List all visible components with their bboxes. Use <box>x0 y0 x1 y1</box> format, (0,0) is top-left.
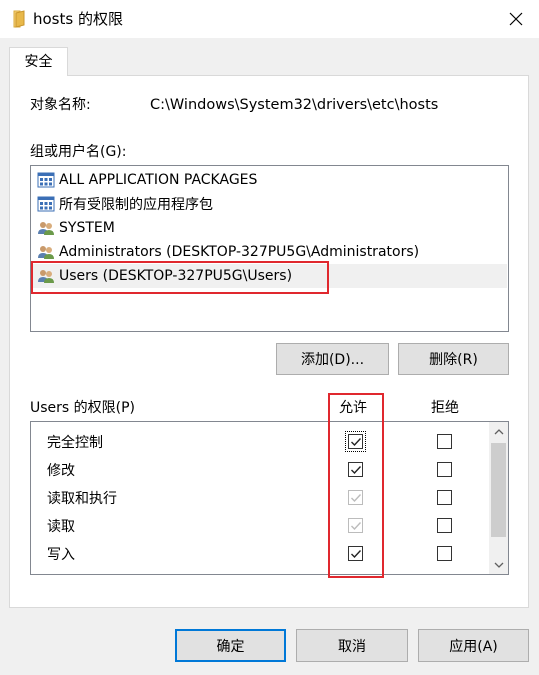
users-group-icon <box>38 246 54 259</box>
allow-full-control-checkbox[interactable] <box>345 431 366 452</box>
group-item-users[interactable]: Users (DESKTOP-327PU5G\Users) <box>32 264 507 288</box>
group-item-label: SYSTEM <box>59 220 115 236</box>
ok-button[interactable]: 确定 <box>175 629 286 662</box>
group-item-all-restricted-app-packages[interactable]: 所有受限制的应用程序包 <box>32 192 507 216</box>
permission-list: 完全控制 修改 读取和执行 读取 写入 <box>30 421 509 575</box>
deny-header: 拒绝 <box>431 400 459 416</box>
window-title: hosts 的权限 <box>33 10 123 28</box>
close-button[interactable] <box>500 4 532 34</box>
check-icon <box>351 466 362 475</box>
group-item-label: 所有受限制的应用程序包 <box>59 197 213 213</box>
check-icon <box>351 494 362 503</box>
allow-header: 允许 <box>339 400 367 416</box>
permission-name: 完全控制 <box>47 435 103 451</box>
allow-read-execute-checkbox <box>348 490 363 505</box>
remove-button[interactable]: 删除(R) <box>398 343 509 375</box>
permission-name: 读取和执行 <box>47 491 117 507</box>
users-group-icon <box>38 222 54 235</box>
check-icon <box>351 522 362 531</box>
group-item-label: Administrators (DESKTOP-327PU5G\Administ… <box>59 244 420 260</box>
scroll-thumb[interactable] <box>491 443 506 537</box>
allow-write-checkbox[interactable] <box>348 546 363 561</box>
permission-row: 修改 <box>31 455 491 483</box>
add-button[interactable]: 添加(D)... <box>276 343 389 375</box>
app-package-icon <box>37 196 55 212</box>
deny-full-control-checkbox[interactable] <box>437 434 452 449</box>
scroll-down-button[interactable] <box>489 555 508 574</box>
group-item-label: Users (DESKTOP-327PU5G\Users) <box>59 268 293 284</box>
chevron-down-icon <box>494 562 503 568</box>
group-list: ALL APPLICATION PACKAGES 所有受限制的应用程序包 SYS… <box>30 165 509 332</box>
permission-row: 完全控制 <box>31 427 491 455</box>
permissions-label: Users 的权限(P) <box>30 400 136 416</box>
permission-row: 读取 <box>31 511 491 539</box>
deny-modify-checkbox[interactable] <box>437 462 452 477</box>
apply-button[interactable]: 应用(A) <box>418 629 529 662</box>
group-item-system[interactable]: SYSTEM <box>32 216 507 240</box>
users-group-icon <box>38 270 54 283</box>
deny-read-checkbox[interactable] <box>437 518 452 533</box>
permission-name: 写入 <box>47 547 75 563</box>
chevron-up-icon <box>494 428 503 434</box>
permission-row: 写入 <box>31 539 491 567</box>
group-item-label: ALL APPLICATION PACKAGES <box>59 172 258 188</box>
object-name-value: C:\Windows\System32\drivers\etc\hosts <box>150 97 439 113</box>
check-icon <box>351 550 362 559</box>
allow-read-checkbox <box>348 518 363 533</box>
permission-row: 读取和执行 <box>31 483 491 511</box>
folder-icon <box>12 9 28 29</box>
deny-read-execute-checkbox[interactable] <box>437 490 452 505</box>
app-package-icon <box>37 172 55 188</box>
groups-label: 组或用户名(G): <box>30 144 127 160</box>
permission-scrollbar[interactable] <box>489 422 508 574</box>
permission-name: 读取 <box>47 519 75 535</box>
permission-name: 修改 <box>47 463 75 479</box>
group-item-all-application-packages[interactable]: ALL APPLICATION PACKAGES <box>32 168 507 192</box>
object-name-label: 对象名称: <box>30 97 91 113</box>
tab-security[interactable]: 安全 <box>9 47 68 76</box>
deny-write-checkbox[interactable] <box>437 546 452 561</box>
group-item-administrators[interactable]: Administrators (DESKTOP-327PU5G\Administ… <box>32 240 507 264</box>
check-icon <box>351 438 362 447</box>
cancel-button[interactable]: 取消 <box>296 629 408 662</box>
scroll-up-button[interactable] <box>489 422 508 441</box>
close-icon <box>509 12 523 26</box>
allow-modify-checkbox[interactable] <box>348 462 363 477</box>
